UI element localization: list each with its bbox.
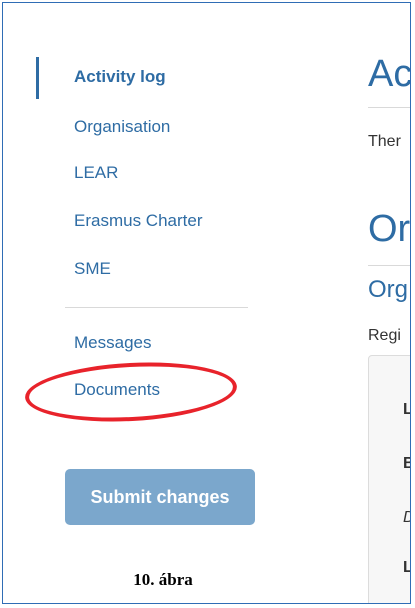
panel-label-1: Lo [403, 401, 410, 419]
page-title-activity: Ac [368, 53, 411, 95]
panel-label-2: B [403, 455, 410, 473]
screenshot-frame: Activity log Organisation LEAR Erasmus C… [2, 2, 411, 604]
panel-label-3: D [403, 509, 410, 527]
submit-changes-button[interactable]: Submit changes [65, 469, 255, 525]
red-highlight-ellipse [23, 357, 239, 427]
active-indicator [36, 57, 39, 99]
sidebar-item-lear[interactable]: LEAR [74, 163, 118, 183]
sidebar-item-activity-log[interactable]: Activity log [74, 67, 166, 87]
section-rule [368, 265, 410, 266]
sidebar-item-erasmus-charter[interactable]: Erasmus Charter [74, 211, 202, 231]
activity-text: Ther [368, 133, 401, 150]
section-subheading: Org [368, 276, 409, 303]
panel-label-4: Lo [403, 559, 410, 577]
sidebar-item-organisation[interactable]: Organisation [74, 117, 170, 137]
registration-text: Regi [368, 327, 401, 344]
sidebar-divider [65, 307, 248, 308]
page-title-organisation: Or [368, 208, 411, 250]
figure-caption: 10. ábra [133, 570, 193, 589]
sidebar-item-messages[interactable]: Messages [74, 333, 151, 353]
title-rule [368, 107, 410, 108]
sidebar-item-sme[interactable]: SME [74, 259, 111, 279]
